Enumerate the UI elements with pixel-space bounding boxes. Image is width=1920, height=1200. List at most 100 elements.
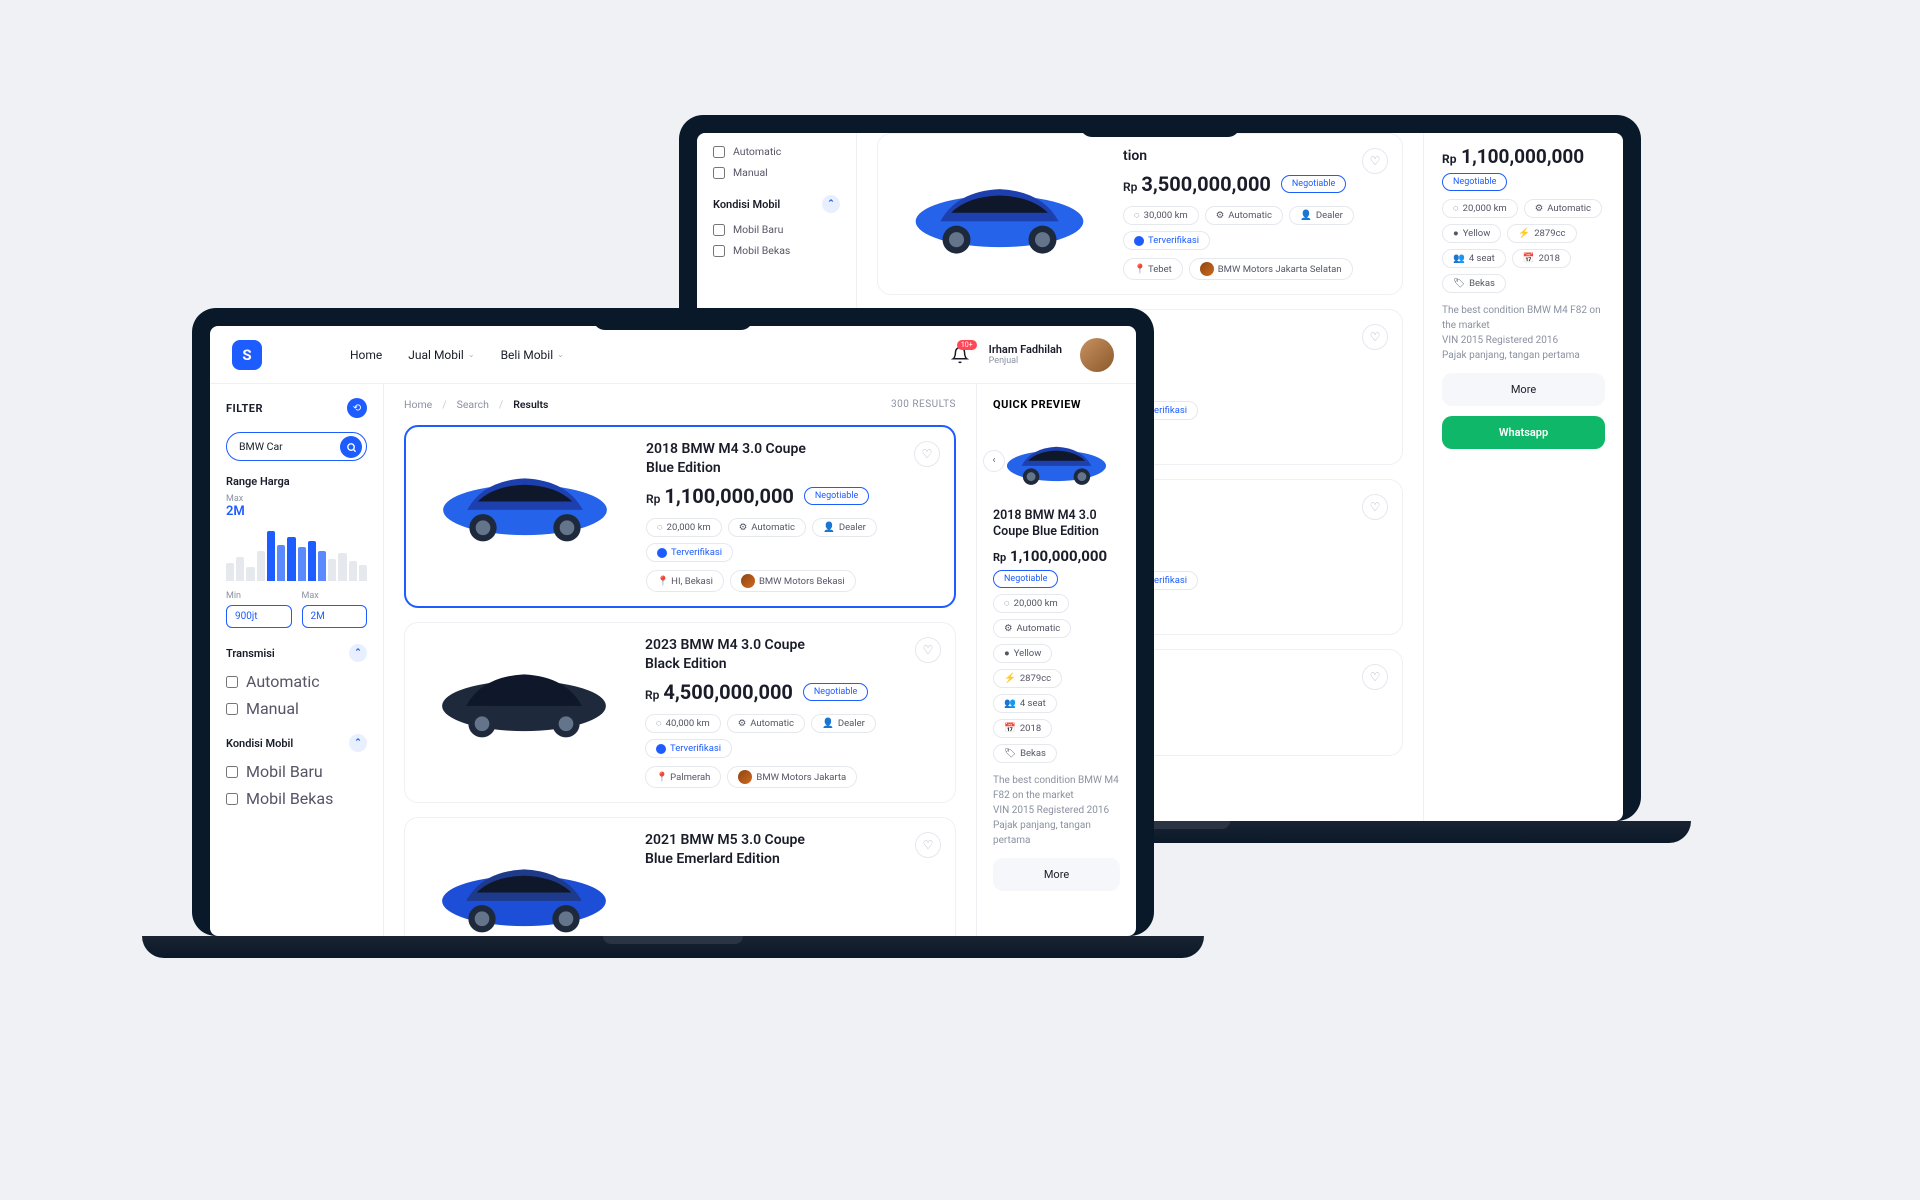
spec-chip: ●Yellow bbox=[1442, 224, 1501, 243]
car-title: 2023 BMW M4 3.0 Coupe bbox=[645, 637, 941, 653]
spec-chips-row: ◌40,000 km⚙Automatic👤DealerTerverifikasi bbox=[645, 714, 941, 758]
car-price: Rp1,100,000,000 bbox=[646, 484, 794, 508]
more-button[interactable]: More bbox=[1442, 373, 1605, 406]
cond-bekas-checkbox[interactable]: Mobil Bekas bbox=[713, 240, 840, 261]
crumb-results: Results bbox=[513, 398, 548, 411]
trans-automatic-checkbox[interactable]: Automatic bbox=[226, 668, 367, 695]
favorite-button[interactable]: ♡ bbox=[1362, 494, 1388, 520]
car-illustration bbox=[419, 645, 629, 750]
chip-icon: 👥 bbox=[1453, 253, 1465, 264]
favorite-button[interactable]: ♡ bbox=[915, 832, 941, 858]
user-info[interactable]: Irham Fadhilah Penjual bbox=[989, 343, 1062, 366]
car-illustration bbox=[892, 159, 1107, 267]
car-edition: Blue Edition bbox=[646, 460, 940, 476]
min-input[interactable] bbox=[226, 605, 292, 628]
trans-manual-checkbox[interactable]: Manual bbox=[713, 162, 840, 183]
range-max-label: Max bbox=[226, 494, 367, 504]
dealer-chip: BMW Motors Jakarta Selatan bbox=[1189, 258, 1353, 280]
spec-chip: 👤Dealer bbox=[811, 714, 876, 733]
chip-icon: ◌ bbox=[657, 522, 663, 533]
spec-chip: 👥4 seat bbox=[1442, 249, 1506, 268]
spec-chip: ⚡2879cc bbox=[993, 669, 1062, 688]
dealer-chip: BMW Motors Bekasi bbox=[730, 570, 856, 592]
spec-chip: 📅2018 bbox=[1512, 249, 1571, 268]
preview-prev-button[interactable]: ‹ bbox=[983, 450, 1005, 472]
preview-description: The best condition BMW M4 F82 on the mar… bbox=[1442, 303, 1605, 363]
trans-manual-checkbox[interactable]: Manual bbox=[226, 695, 367, 722]
max-input[interactable] bbox=[302, 605, 368, 628]
spec-chip: ◌20,000 km bbox=[646, 518, 722, 537]
favorite-button[interactable]: ♡ bbox=[1362, 664, 1388, 690]
range-max-value: 2M bbox=[226, 504, 367, 519]
verified-chip: Terverifikasi bbox=[646, 543, 733, 562]
avatar[interactable] bbox=[1080, 338, 1114, 372]
checkbox-label: Mobil Bekas bbox=[733, 244, 790, 257]
chip-icon: 👤 bbox=[822, 718, 834, 729]
dealer-chip: BMW Motors Jakarta bbox=[727, 766, 857, 788]
chip-icon: ● bbox=[1453, 228, 1459, 239]
more-button[interactable]: More bbox=[993, 858, 1120, 891]
cond-baru-checkbox[interactable]: Mobil Baru bbox=[226, 758, 367, 785]
spec-chip: ◌20,000 km bbox=[1442, 199, 1518, 218]
chip-icon: ◌ bbox=[1453, 203, 1459, 214]
car-result-card[interactable]: 2021 BMW M5 3.0 Coupe Blue Emerlard Edit… bbox=[404, 817, 956, 936]
car-edition: Blue Emerlard Edition bbox=[645, 851, 941, 867]
car-result-card[interactable]: 2018 BMW M4 3.0 Coupe Blue Edition Rp1,1… bbox=[404, 425, 956, 608]
collapse-icon[interactable]: ⌃ bbox=[349, 734, 367, 752]
cond-baru-checkbox[interactable]: Mobil Baru bbox=[713, 219, 840, 240]
car-image bbox=[892, 148, 1107, 278]
spec-chips-row: ◌20,000 km ⚙Automatic 👤Dealer Terverifikasi bbox=[646, 518, 940, 562]
spec-chip: ⚙Automatic bbox=[728, 518, 806, 537]
location-chip: 📍 HI, Bekasi bbox=[646, 570, 724, 592]
spec-chip: 👤Dealer bbox=[812, 518, 877, 537]
spec-chip: ⚙Automatic bbox=[727, 714, 805, 733]
section-kondisi-title: Kondisi Mobil bbox=[226, 737, 293, 750]
nav-jual[interactable]: Jual Mobil⌄ bbox=[408, 348, 474, 362]
trans-automatic-checkbox[interactable]: Automatic bbox=[713, 141, 840, 162]
collapse-icon[interactable]: ⌃ bbox=[822, 195, 840, 213]
preview-title: QUICK PREVIEW bbox=[993, 398, 1120, 411]
collapse-icon[interactable]: ⌃ bbox=[349, 644, 367, 662]
chip-icon: 📅 bbox=[1004, 723, 1016, 734]
checkbox-label: Automatic bbox=[733, 145, 781, 158]
main-nav: Home Jual Mobil⌄ Beli Mobil⌄ bbox=[350, 348, 564, 362]
app-logo[interactable]: S bbox=[232, 340, 262, 370]
nav-beli[interactable]: Beli Mobil⌄ bbox=[501, 348, 564, 362]
car-edition: tion bbox=[1123, 148, 1388, 164]
spec-chip: 🏷Bekas bbox=[1442, 274, 1506, 293]
car-illustration bbox=[993, 429, 1120, 493]
cond-bekas-checkbox[interactable]: Mobil Bekas bbox=[226, 785, 367, 812]
chip-icon: ⚙ bbox=[738, 718, 747, 729]
favorite-button[interactable]: ♡ bbox=[1362, 324, 1388, 350]
favorite-button[interactable]: ♡ bbox=[914, 441, 940, 467]
car-image bbox=[419, 832, 629, 936]
chip-icon: ⚙ bbox=[739, 522, 748, 533]
nav-home[interactable]: Home bbox=[350, 348, 382, 362]
preview-chips: ◌20,000 km ⚙Automatic ●Yellow ⚡2879cc👥4 sea… bbox=[1442, 199, 1605, 293]
spec-chip: 📅2018 bbox=[993, 719, 1052, 738]
car-price: Rp3,500,000,000 bbox=[1123, 172, 1271, 196]
car-result-card[interactable]: tion Rp3,500,000,000Negotiable ◌30,000 k… bbox=[877, 133, 1403, 295]
spec-chips-row: ◌30,000 km⚙Automatic👤DealerTerverifikasi bbox=[1123, 206, 1388, 250]
filter-sidebar: FILTER ⟲ Range Harga Max 2M Min bbox=[210, 384, 384, 936]
price-histogram[interactable] bbox=[226, 525, 367, 581]
quick-preview-panel: QUICK PREVIEW ‹ 2018 BMW M4 3.0 Coupe Bl… bbox=[976, 384, 1136, 936]
favorite-button[interactable]: ♡ bbox=[915, 637, 941, 663]
chip-icon: ◌ bbox=[1004, 598, 1010, 609]
user-role: Penjual bbox=[989, 356, 1062, 366]
preview-price: Rp 1,100,000,000 bbox=[1442, 145, 1605, 168]
chip-icon: 🏷 bbox=[1453, 278, 1465, 289]
whatsapp-button[interactable]: Whatsapp bbox=[1442, 416, 1605, 449]
filter-reset-button[interactable]: ⟲ bbox=[347, 398, 367, 418]
favorite-button[interactable]: ♡ bbox=[1362, 148, 1388, 174]
crumb-home[interactable]: Home bbox=[404, 398, 432, 411]
results-count: 300 RESULTS bbox=[891, 399, 956, 410]
search-button[interactable] bbox=[340, 436, 362, 458]
spec-chip: ⚡2879cc bbox=[1507, 224, 1576, 243]
preview-image: ‹ bbox=[993, 423, 1120, 498]
preview-price: Rp 1,100,000,000 bbox=[993, 547, 1120, 565]
crumb-search[interactable]: Search bbox=[457, 398, 489, 411]
car-result-card[interactable]: 2023 BMW M4 3.0 Coupe Black Edition Rp4,… bbox=[404, 622, 956, 803]
spec-chip: ⚙Automatic bbox=[1524, 199, 1602, 218]
notifications-button[interactable]: 10+ bbox=[949, 344, 971, 366]
